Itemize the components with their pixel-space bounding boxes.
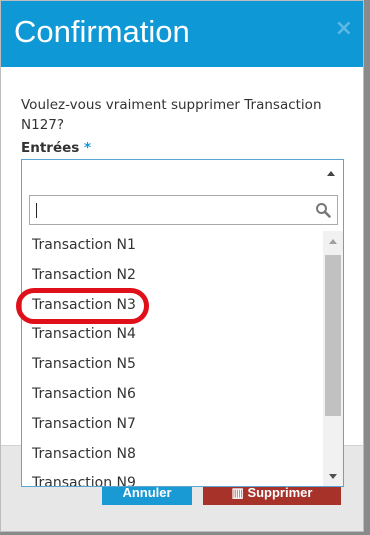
dropdown-search[interactable] [29,195,338,225]
dialog-header: Confirmation × [1,1,363,67]
list-item[interactable]: Transaction N2 [22,261,324,291]
list-item[interactable]: Transaction N6 [22,380,324,410]
confirmation-dialog: Confirmation × Voulez-vous vraiment supp… [0,0,364,532]
scroll-thumb[interactable] [325,255,341,416]
scroll-down-icon[interactable] [329,474,337,479]
confirmation-message: Voulez-vous vraiment supprimer Transacti… [21,97,322,133]
list-item[interactable]: Transaction N5 [22,350,324,380]
list-item[interactable]: Transaction N9 [22,469,324,486]
list-item[interactable]: Transaction N8 [22,440,324,470]
text-cursor [36,203,37,218]
list-item[interactable]: Transaction N1 [22,231,324,261]
field-label: Entrées * [21,140,91,156]
trash-icon: ▥ [231,485,248,500]
delete-button-label: Supprimer [247,485,313,500]
entries-select[interactable] [21,159,344,189]
scroll-up-icon[interactable] [329,239,337,244]
search-input[interactable] [30,196,310,224]
dialog-title: Confirmation [14,14,190,49]
search-icon [316,203,331,218]
entries-dropdown: Transaction N1 Transaction N2 Transactio… [21,188,344,487]
list-scrollbar[interactable] [323,231,343,486]
option-list: Transaction N1 Transaction N2 Transactio… [22,231,324,486]
close-icon[interactable]: × [335,18,353,40]
required-marker: * [84,140,92,156]
list-item[interactable]: Transaction N3 [22,291,324,321]
field-label-text: Entrées [21,140,80,156]
chevron-up-icon[interactable] [327,171,335,176]
list-item[interactable]: Transaction N7 [22,410,324,440]
list-item[interactable]: Transaction N4 [22,320,324,350]
